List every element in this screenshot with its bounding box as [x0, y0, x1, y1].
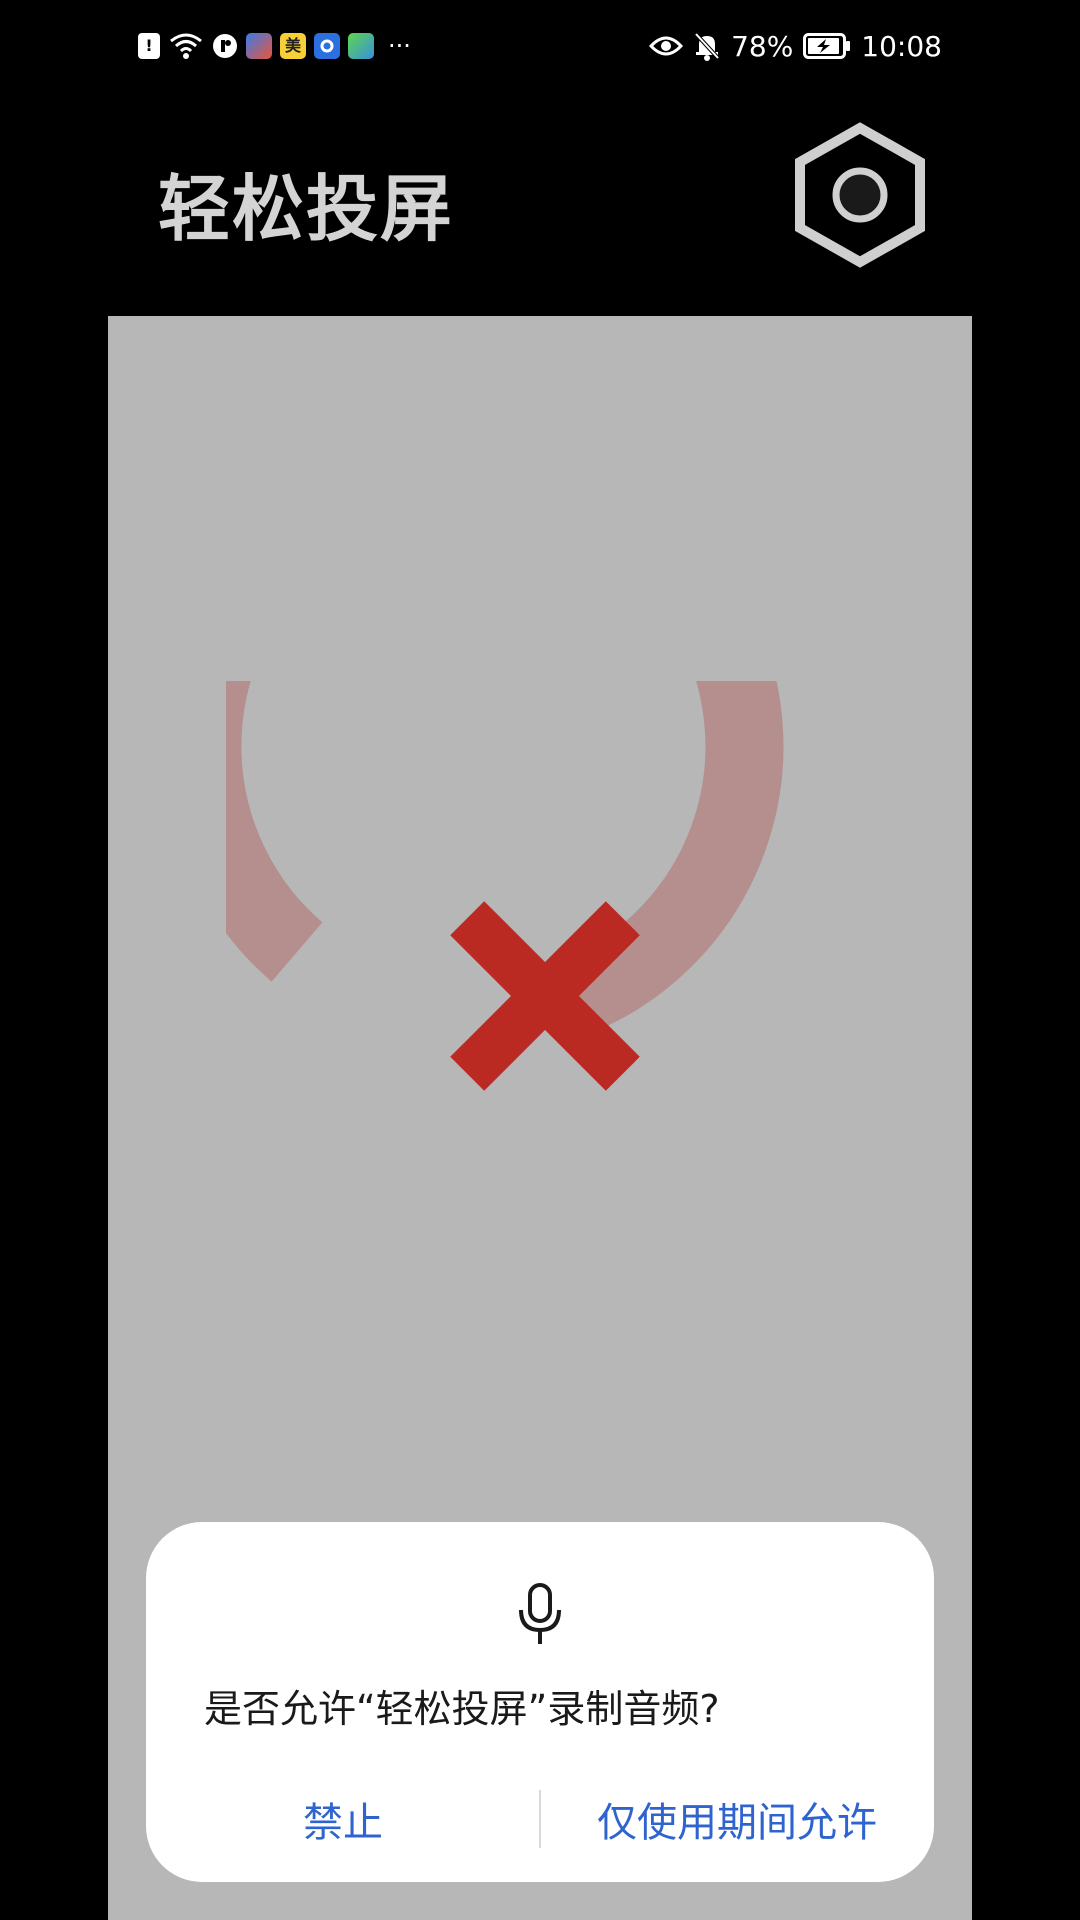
allow-while-using-button[interactable]: 仅使用期间允许 — [540, 1784, 934, 1854]
screen: ! 美 ··· 78% 10:08 轻松投屏 是否允许“轻松投屏”录制音频? 禁… — [0, 0, 1080, 1920]
eye-comfort-icon — [649, 36, 684, 56]
dialog-actions: 禁止 仅使用期间允许 — [146, 1784, 934, 1854]
mute-bell-icon — [694, 32, 720, 61]
wifi-icon — [170, 33, 202, 59]
battery-percent: 78% — [731, 29, 794, 63]
audio-permission-dialog: 是否允许“轻松投屏”录制音频? 禁止 仅使用期间允许 — [146, 1522, 934, 1882]
microphone-icon — [519, 1583, 561, 1644]
clock: 10:08 — [861, 29, 942, 63]
status-right-icons: 78% 10:08 — [649, 28, 942, 64]
settings-hexagon-icon[interactable] — [790, 120, 930, 270]
dialog-question: 是否允许“轻松投屏”录制音频? — [204, 1687, 720, 1731]
meituan-app-icon: 美 — [280, 33, 306, 59]
battery-charging-icon — [803, 33, 851, 59]
app-title: 轻松投屏 — [158, 167, 455, 251]
app-icon — [246, 33, 272, 59]
iqiyi-app-icon — [348, 33, 374, 59]
app-notification-icon — [213, 34, 237, 58]
more-notifications-icon: ··· — [388, 32, 411, 60]
app-icon — [314, 33, 340, 59]
status-left-icons: ! 美 ··· — [138, 30, 411, 62]
connection-failed-graphic — [226, 681, 784, 1091]
deny-button[interactable]: 禁止 — [146, 1784, 540, 1854]
status-bar: ! 美 ··· 78% 10:08 — [0, 0, 1080, 92]
alert-icon: ! — [138, 33, 160, 59]
